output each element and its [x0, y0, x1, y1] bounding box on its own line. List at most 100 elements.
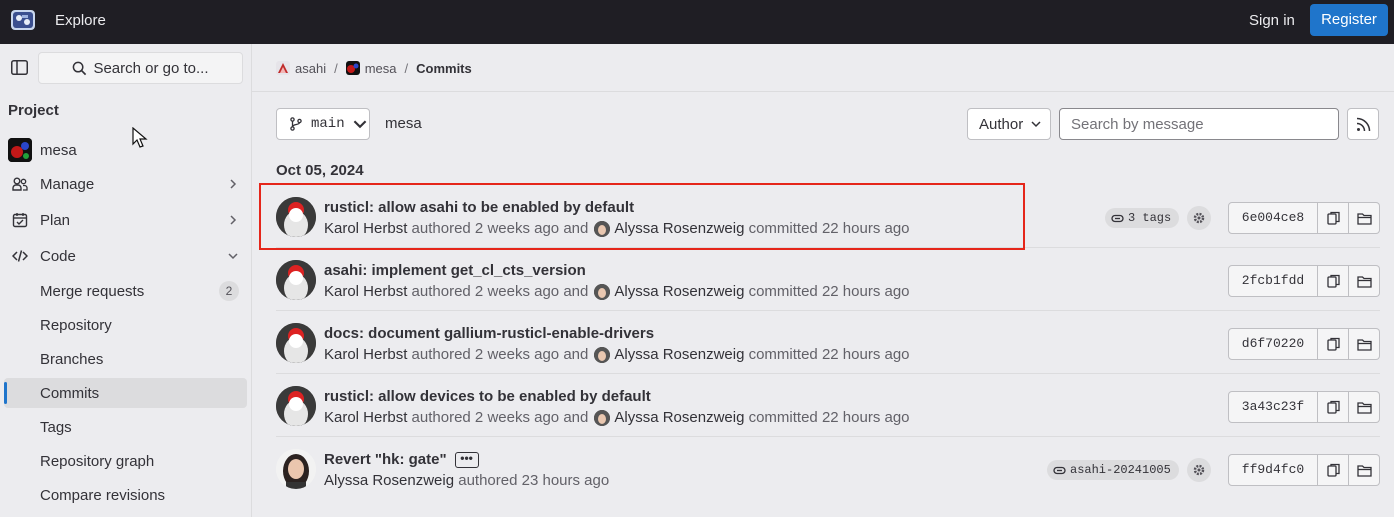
sidebar-item-label: Branches	[40, 350, 104, 368]
sidebar-item-manage[interactable]: Manage	[0, 167, 252, 201]
sidebar-item-label: Compare revisions	[40, 486, 166, 504]
commit-title[interactable]: asahi: implement get_cl_cts_version	[324, 262, 586, 279]
breadcrumb-separator: /	[404, 60, 409, 76]
search-by-message-input[interactable]	[1059, 108, 1339, 140]
author-avatar[interactable]	[276, 386, 316, 426]
branch-dropdown[interactable]: main	[276, 108, 370, 140]
sidebar-item-label: Tags	[40, 418, 72, 436]
author-dropdown[interactable]: Author	[967, 108, 1051, 140]
copy-sha-button[interactable]	[1318, 265, 1349, 297]
sidebar-toggle-icon[interactable]	[11, 60, 28, 75]
author-name[interactable]: Karol Herbst	[324, 409, 407, 426]
project-heading: Project	[8, 102, 59, 119]
folder-icon	[1356, 338, 1372, 351]
gitlab-logo-icon[interactable]	[10, 7, 36, 33]
breadcrumb-item-asahi[interactable]: asahi	[276, 61, 326, 76]
browse-files-button[interactable]	[1349, 454, 1380, 486]
path-label: mesa	[385, 115, 422, 132]
commit-sha[interactable]: 2fcb1fdd	[1228, 265, 1318, 297]
author-avatar[interactable]	[276, 260, 316, 300]
pipeline-status[interactable]	[1187, 458, 1211, 482]
sidebar-item-plan[interactable]: Plan	[0, 203, 252, 237]
sidebar-item-commits[interactable]: Commits	[4, 378, 247, 408]
branch-icon	[290, 117, 302, 131]
pipeline-status[interactable]	[1187, 206, 1211, 230]
author-avatar[interactable]	[276, 449, 316, 489]
mouse-cursor-icon	[132, 127, 148, 148]
search-button[interactable]: Search or go to...	[38, 52, 243, 84]
committer-avatar	[594, 283, 611, 300]
sidebar-item-compare-revisions[interactable]: Compare revisions	[4, 480, 247, 510]
search-icon	[73, 61, 87, 75]
committed-text: committed 22 hours ago	[748, 283, 910, 300]
rss-feed-button[interactable]	[1347, 108, 1379, 140]
chevron-down-icon	[228, 253, 238, 260]
sidebar-item-repository-graph[interactable]: Repository graph	[4, 446, 247, 476]
browse-files-button[interactable]	[1349, 328, 1380, 360]
committer-name[interactable]: Alyssa Rosenzweig	[614, 409, 744, 426]
commit-meta: Karol Herbst authored 2 weeks ago and Al…	[324, 346, 910, 363]
committer-name[interactable]: Alyssa Rosenzweig	[614, 283, 744, 300]
sidebar-item-label: Manage	[40, 175, 95, 193]
commit-sha[interactable]: ff9d4fc0	[1228, 454, 1318, 486]
sidebar-item-repository[interactable]: Repository	[4, 310, 247, 340]
chevron-right-icon	[230, 179, 237, 189]
browse-files-button[interactable]	[1349, 265, 1380, 297]
sidebar-item-code[interactable]: Code	[0, 239, 252, 273]
folder-icon	[1356, 401, 1372, 414]
breadcrumb-label: mesa	[364, 60, 397, 76]
copy-sha-button[interactable]	[1318, 202, 1349, 234]
copy-icon	[1326, 274, 1340, 288]
commit-row: rusticl: allow devices to be enabled by …	[276, 374, 1380, 437]
committer-avatar	[594, 346, 611, 363]
commit-meta: Karol Herbst authored 2 weeks ago and Al…	[324, 283, 910, 300]
author-name[interactable]: Karol Herbst	[324, 346, 407, 363]
sidebar-item-merge-requests[interactable]: Merge requests 2	[4, 276, 247, 306]
commit-row: docs: document gallium-rusticl-enable-dr…	[276, 311, 1380, 374]
code-icon	[12, 250, 28, 262]
tag-badge[interactable]: asahi-20241005	[1047, 460, 1179, 480]
browse-files-button[interactable]	[1349, 202, 1380, 234]
chevron-down-icon	[353, 120, 366, 129]
sign-in-link[interactable]: Sign in	[1249, 0, 1295, 44]
browse-files-button[interactable]	[1349, 391, 1380, 423]
tags-badge[interactable]: 3 tags	[1105, 208, 1180, 228]
commit-title[interactable]: docs: document gallium-rusticl-enable-dr…	[324, 325, 654, 342]
folder-icon	[1356, 275, 1372, 288]
folder-icon	[1356, 212, 1372, 225]
copy-sha-button[interactable]	[1318, 454, 1349, 486]
sidebar-item-tags[interactable]: Tags	[4, 412, 247, 442]
commit-sha[interactable]: d6f70220	[1228, 328, 1318, 360]
tag-badge-label: asahi-20241005	[1070, 463, 1171, 477]
authored-text: authored 2 weeks ago and	[411, 283, 589, 300]
committer-avatar	[594, 409, 611, 426]
commit-title[interactable]: Revert "hk: gate"	[324, 451, 447, 468]
author-avatar[interactable]	[276, 323, 316, 363]
author-name[interactable]: Alyssa Rosenzweig	[324, 472, 454, 489]
expand-description-button[interactable]: •••	[454, 452, 479, 469]
copy-sha-button[interactable]	[1318, 328, 1349, 360]
committer-name[interactable]: Alyssa Rosenzweig	[614, 346, 744, 363]
author-name[interactable]: Karol Herbst	[324, 283, 407, 300]
breadcrumb-label: asahi	[295, 60, 327, 76]
sha-group: 6e004ce8	[1228, 202, 1380, 234]
sidebar-item-label: Commits	[40, 384, 100, 402]
folder-icon	[1356, 464, 1372, 477]
sidebar-item-project[interactable]: mesa	[0, 133, 252, 167]
chevron-right-icon	[230, 215, 237, 225]
breadcrumb-item-mesa[interactable]: mesa	[345, 60, 397, 76]
commit-sha[interactable]: 6e004ce8	[1228, 202, 1318, 234]
register-button[interactable]: Register	[1310, 4, 1388, 36]
breadcrumb-current[interactable]: Commits	[416, 61, 472, 76]
sha-group: 3a43c23f	[1228, 391, 1380, 423]
commit-sha[interactable]: 3a43c23f	[1228, 391, 1318, 423]
copy-icon	[1326, 211, 1340, 225]
commit-title[interactable]: rusticl: allow devices to be enabled by …	[324, 388, 651, 405]
explore-link[interactable]: Explore	[55, 0, 106, 44]
sidebar: Search or go to... Project mesa Manage P…	[0, 44, 252, 517]
divider	[252, 91, 1394, 92]
project-avatar	[8, 138, 32, 162]
copy-sha-button[interactable]	[1318, 391, 1349, 423]
sidebar-item-branches[interactable]: Branches	[4, 344, 247, 374]
commit-row: Revert "hk: gate" ••• Alyssa Rosenzweig a…	[276, 437, 1380, 500]
